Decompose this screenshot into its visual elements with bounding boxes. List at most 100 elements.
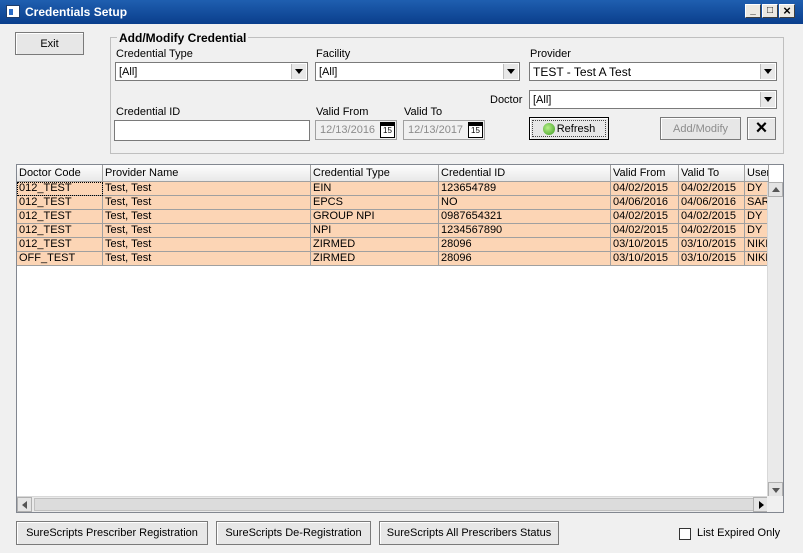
table-cell[interactable]: DY (745, 182, 768, 196)
table-cell[interactable]: 04/02/2015 (679, 210, 745, 224)
table-cell[interactable]: 012_TEST (17, 238, 103, 252)
table-cell[interactable]: 012_TEST (17, 210, 103, 224)
table-cell[interactable]: 04/02/2015 (611, 210, 679, 224)
table-cell[interactable]: EPCS (311, 196, 439, 210)
table-cell[interactable]: 012_TEST (17, 224, 103, 238)
table-cell[interactable]: DY (745, 224, 768, 238)
table-cell[interactable]: NPI (311, 224, 439, 238)
table-cell[interactable]: 1234567890 (439, 224, 611, 238)
surescripts-status-button[interactable]: SureScripts All Prescribers Status (379, 521, 559, 545)
maximize-button[interactable]: □ (762, 4, 778, 18)
table-row[interactable]: OFF_TEST Test, Test ZIRMED 28096 03/10/2… (17, 252, 768, 266)
table-cell[interactable]: NIKH (745, 238, 768, 252)
table-cell[interactable]: 03/10/2015 (611, 238, 679, 252)
chevron-down-icon[interactable] (291, 64, 306, 79)
table-cell[interactable]: Test, Test (103, 210, 311, 224)
chevron-down-icon[interactable] (760, 92, 775, 107)
column-header[interactable]: Valid From (611, 165, 679, 182)
scroll-left-arrow-icon[interactable] (17, 497, 32, 512)
list-expired-only-checkbox[interactable] (679, 528, 691, 540)
table-cell[interactable]: 0987654321 (439, 210, 611, 224)
list-expired-only-label[interactable]: List Expired Only (697, 527, 780, 539)
valid-to-date-picker[interactable]: 12/13/2017 15 (403, 120, 485, 140)
table-cell[interactable]: ZIRMED (311, 238, 439, 252)
table-cell[interactable]: 28096 (439, 238, 611, 252)
provider-label: Provider (530, 48, 571, 60)
table-cell[interactable]: EIN (311, 182, 439, 196)
column-header[interactable]: User (745, 165, 769, 182)
calendar-icon[interactable]: 15 (468, 122, 483, 138)
table-cell[interactable]: Test, Test (103, 252, 311, 266)
doctor-dropdown[interactable]: [All] (529, 90, 777, 109)
column-header[interactable]: Valid To (679, 165, 745, 182)
table-cell[interactable]: Test, Test (103, 238, 311, 252)
table-cell[interactable]: Test, Test (103, 182, 311, 196)
table-cell[interactable]: ZIRMED (311, 252, 439, 266)
close-button[interactable]: × (779, 4, 795, 18)
credential-id-input[interactable] (114, 120, 310, 141)
table-cell[interactable]: Test, Test (103, 224, 311, 238)
table-cell[interactable]: 03/10/2015 (611, 252, 679, 266)
table-cell[interactable]: 04/06/2016 (611, 196, 679, 210)
horizontal-scrollbar[interactable] (17, 496, 768, 512)
table-cell[interactable]: 012_TEST (17, 196, 103, 210)
table-cell[interactable]: Test, Test (103, 196, 311, 210)
table-cell[interactable]: NO (439, 196, 611, 210)
add-modify-button[interactable]: Add/Modify (660, 117, 741, 140)
table-cell[interactable]: 28096 (439, 252, 611, 266)
table-cell[interactable]: 03/10/2015 (679, 238, 745, 252)
scrollbar-corner (767, 496, 783, 512)
exit-button[interactable]: Exit (15, 32, 84, 55)
table-cell[interactable]: NIKH (745, 252, 768, 266)
table-row[interactable]: 012_TEST Test, Test EPCS NO 04/06/2016 0… (17, 196, 768, 210)
group-title: Add/Modify Credential (117, 31, 249, 45)
credentials-grid[interactable]: Doctor Code Provider Name Credential Typ… (16, 164, 784, 513)
scroll-right-arrow-icon[interactable] (753, 497, 768, 512)
column-header[interactable]: Doctor Code (17, 165, 103, 182)
table-cell[interactable]: 04/02/2015 (611, 224, 679, 238)
table-cell[interactable]: OFF_TEST (17, 252, 103, 266)
clear-button[interactable]: × (747, 117, 776, 140)
table-cell[interactable]: SARA (745, 196, 768, 210)
minimize-button[interactable]: _ (745, 4, 761, 18)
doctor-label: Doctor (490, 94, 523, 106)
facility-label: Facility (316, 48, 351, 60)
facility-value: [All] (319, 66, 338, 78)
chevron-down-icon[interactable] (503, 64, 518, 79)
table-cell[interactable]: GROUP NPI (311, 210, 439, 224)
valid-from-value: 12/13/2016 (320, 124, 376, 136)
provider-dropdown[interactable]: TEST - Test A Test (529, 62, 777, 81)
table-row[interactable]: 012_TEST Test, Test EIN 123654789 04/02/… (17, 182, 768, 196)
credential-type-dropdown[interactable]: [All] (115, 62, 308, 81)
surescripts-registration-button[interactable]: SureScripts Prescriber Registration (16, 521, 208, 545)
column-header[interactable]: Provider Name (103, 165, 311, 182)
valid-from-date-picker[interactable]: 12/13/2016 15 (315, 120, 397, 140)
table-row[interactable]: 012_TEST Test, Test ZIRMED 28096 03/10/2… (17, 238, 768, 252)
table-cell[interactable]: 04/02/2015 (611, 182, 679, 196)
vertical-scrollbar[interactable] (767, 182, 783, 497)
table-cell[interactable]: 04/02/2015 (679, 224, 745, 238)
scroll-up-arrow-icon[interactable] (768, 182, 783, 197)
table-cell[interactable]: DY (745, 210, 768, 224)
table-cell[interactable]: 03/10/2015 (679, 252, 745, 266)
table-row[interactable]: 012_TEST Test, Test GROUP NPI 0987654321… (17, 210, 768, 224)
surescripts-deregistration-button[interactable]: SureScripts De-Registration (216, 521, 371, 545)
credential-type-value: [All] (119, 66, 138, 78)
table-cell[interactable]: 04/06/2016 (679, 196, 745, 210)
column-header[interactable]: Credential ID (439, 165, 611, 182)
refresh-button[interactable]: Refresh (529, 117, 609, 140)
horizontal-scroll-thumb[interactable] (34, 498, 754, 511)
window-title: Credentials Setup (25, 5, 128, 19)
column-header[interactable]: Credential Type (311, 165, 439, 182)
table-cell[interactable]: 04/02/2015 (679, 182, 745, 196)
chevron-down-icon[interactable] (760, 64, 775, 79)
close-icon: × (755, 117, 768, 139)
facility-dropdown[interactable]: [All] (315, 62, 520, 81)
table-cell[interactable]: 123654789 (439, 182, 611, 196)
calendar-icon[interactable]: 15 (380, 122, 395, 138)
valid-to-label: Valid To (404, 106, 443, 118)
table-row[interactable]: 012_TEST Test, Test NPI 1234567890 04/02… (17, 224, 768, 238)
refresh-label: Refresh (556, 122, 596, 135)
scroll-down-arrow-icon[interactable] (768, 482, 783, 497)
table-cell[interactable]: 012_TEST (17, 182, 103, 196)
